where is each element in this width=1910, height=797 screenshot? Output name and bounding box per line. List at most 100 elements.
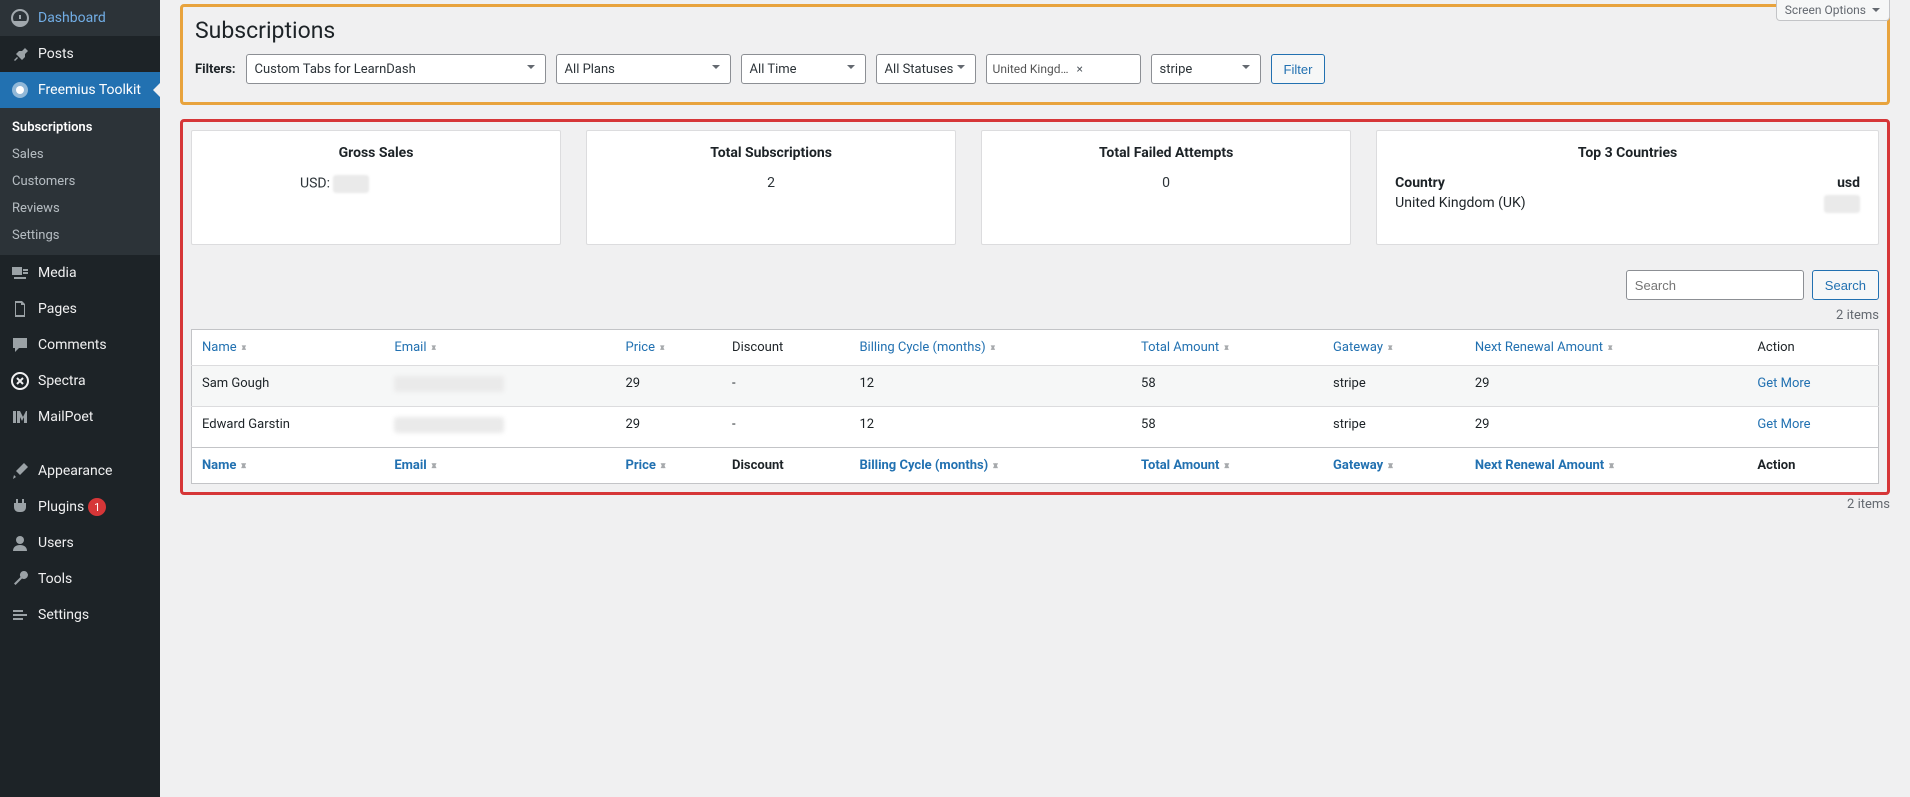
- get-more-link[interactable]: Get More: [1757, 417, 1810, 432]
- filter-plan-value: All Plans: [565, 62, 615, 77]
- users-icon: [10, 533, 30, 553]
- screen-options-label: Screen Options: [1785, 3, 1866, 17]
- filters-row: Filters: Custom Tabs for LearnDash All P…: [195, 54, 1875, 84]
- sidebar-label: Settings: [38, 607, 89, 623]
- filter-gateway-value: stripe: [1160, 62, 1193, 77]
- col-name[interactable]: Name▴▾: [192, 448, 385, 484]
- table-header-row: Name▴▾ Email▴▾ Price▴▾ Discount Billing …: [192, 330, 1879, 366]
- sidebar-item-pages[interactable]: Pages: [0, 291, 160, 327]
- cell-renewal: 29: [1465, 366, 1748, 407]
- filter-gateway-select[interactable]: stripe: [1151, 54, 1261, 84]
- cell-price: 29: [616, 366, 723, 407]
- table-footer-row: Name▴▾ Email▴▾ Price▴▾ Discount Billing …: [192, 448, 1879, 484]
- sidebar-item-dashboard[interactable]: Dashboard: [0, 0, 160, 36]
- sidebar-label: Freemius Toolkit: [38, 82, 141, 98]
- cell-discount: -: [722, 407, 849, 448]
- sidebar-item-tools[interactable]: Tools: [0, 561, 160, 597]
- col-price[interactable]: Price▴▾: [616, 330, 723, 366]
- freemius-submenu: Subscriptions Sales Customers Reviews Se…: [0, 108, 160, 255]
- col-email[interactable]: Email▴▾: [384, 330, 615, 366]
- chevron-down-icon: [1871, 5, 1881, 15]
- table-row: Sam Gough 29 - 12 58 stripe 29 Get More: [192, 366, 1879, 407]
- redacted-email: [394, 417, 504, 433]
- submenu-reviews[interactable]: Reviews: [0, 195, 160, 222]
- freemius-icon: [10, 80, 30, 100]
- stat-title: Total Subscriptions: [605, 145, 937, 161]
- sidebar-item-comments[interactable]: Comments: [0, 327, 160, 363]
- sidebar-item-users[interactable]: Users: [0, 525, 160, 561]
- media-icon: [10, 263, 30, 283]
- search-input[interactable]: [1626, 270, 1804, 300]
- cell-billing: 12: [849, 407, 1131, 448]
- col-gateway[interactable]: Gateway▴▾: [1323, 330, 1465, 366]
- countries-row: United Kingdom (UK): [1395, 195, 1860, 213]
- cell-name: Edward Garstin: [192, 407, 385, 448]
- sidebar-item-spectra[interactable]: Spectra: [0, 363, 160, 399]
- sidebar-label: Comments: [38, 337, 107, 353]
- stats-row: Gross Sales USD: Total Subscriptions 2 T…: [191, 130, 1879, 245]
- col-renewal[interactable]: Next Renewal Amount▴▾: [1465, 330, 1748, 366]
- filter-country-select[interactable]: United Kingd… ×: [986, 54, 1141, 84]
- cell-renewal: 29: [1465, 407, 1748, 448]
- stat-title: Top 3 Countries: [1395, 145, 1860, 161]
- clear-country-icon[interactable]: ×: [1075, 62, 1085, 76]
- cell-email: [384, 407, 615, 448]
- sidebar-item-settings[interactable]: Settings: [0, 597, 160, 633]
- page-icon: [10, 299, 30, 319]
- search-button[interactable]: Search: [1812, 270, 1879, 300]
- cell-action: Get More: [1747, 366, 1878, 407]
- item-count-top: 2 items: [191, 308, 1879, 323]
- screen-options-toggle[interactable]: Screen Options: [1776, 0, 1890, 21]
- main-content: Screen Options Subscriptions Filters: Cu…: [160, 4, 1910, 532]
- submenu-customers[interactable]: Customers: [0, 168, 160, 195]
- dashboard-icon: [10, 8, 30, 28]
- item-count-bottom: 2 items: [180, 497, 1890, 512]
- sidebar-item-appearance[interactable]: Appearance: [0, 453, 160, 489]
- cell-name: Sam Gough: [192, 366, 385, 407]
- stat-total-subs: Total Subscriptions 2: [586, 130, 956, 245]
- col-total[interactable]: Total Amount▴▾: [1131, 330, 1323, 366]
- cell-billing: 12: [849, 366, 1131, 407]
- sidebar-item-posts[interactable]: Posts: [0, 36, 160, 72]
- col-total[interactable]: Total Amount▴▾: [1131, 448, 1323, 484]
- stat-failed-attempts: Total Failed Attempts 0: [981, 130, 1351, 245]
- filter-plan-select[interactable]: All Plans: [556, 54, 731, 84]
- sidebar-item-mailpoet[interactable]: MailPoet: [0, 399, 160, 435]
- results-panel: Gross Sales USD: Total Subscriptions 2 T…: [180, 119, 1890, 495]
- col-action: Action: [1747, 448, 1878, 484]
- sidebar-item-media[interactable]: Media: [0, 255, 160, 291]
- col-price[interactable]: Price▴▾: [616, 448, 723, 484]
- filter-product-value: Custom Tabs for LearnDash: [255, 62, 416, 77]
- filter-status-select[interactable]: All Statuses: [876, 54, 976, 84]
- submenu-subscriptions[interactable]: Subscriptions: [0, 114, 160, 141]
- stat-top-countries: Top 3 Countries Countryusd United Kingdo…: [1376, 130, 1879, 245]
- filter-country-value: United Kingd…: [993, 62, 1069, 76]
- filter-time-select[interactable]: All Time: [741, 54, 866, 84]
- sidebar-label: Spectra: [38, 373, 86, 389]
- col-email[interactable]: Email▴▾: [384, 448, 615, 484]
- col-renewal[interactable]: Next Renewal Amount▴▾: [1465, 448, 1748, 484]
- col-discount: Discount: [722, 330, 849, 366]
- col-gateway[interactable]: Gateway▴▾: [1323, 448, 1465, 484]
- mailpoet-icon: [10, 407, 30, 427]
- sidebar-label: MailPoet: [38, 409, 93, 425]
- col-billing[interactable]: Billing Cycle (months)▴▾: [849, 448, 1131, 484]
- filter-product-select[interactable]: Custom Tabs for LearnDash: [246, 54, 546, 84]
- sidebar-item-freemius[interactable]: Freemius Toolkit: [0, 72, 160, 108]
- chevron-down-icon: [525, 61, 537, 73]
- col-billing[interactable]: Billing Cycle (months)▴▾: [849, 330, 1131, 366]
- plugin-icon: [10, 497, 30, 517]
- get-more-link[interactable]: Get More: [1757, 376, 1810, 391]
- sidebar-item-plugins[interactable]: Plugins 1: [0, 489, 160, 525]
- chevron-down-icon: [955, 61, 967, 73]
- search-399bar: Search: [191, 270, 1879, 300]
- sidebar-label: Appearance: [38, 463, 112, 479]
- col-name[interactable]: Name▴▾: [192, 330, 385, 366]
- cell-price: 29: [616, 407, 723, 448]
- filter-button[interactable]: Filter: [1271, 54, 1326, 84]
- chevron-down-icon: [845, 61, 857, 73]
- submenu-settings[interactable]: Settings: [0, 222, 160, 249]
- redacted-value: [333, 175, 369, 193]
- submenu-sales[interactable]: Sales: [0, 141, 160, 168]
- stat-gross-sales: Gross Sales USD:: [191, 130, 561, 245]
